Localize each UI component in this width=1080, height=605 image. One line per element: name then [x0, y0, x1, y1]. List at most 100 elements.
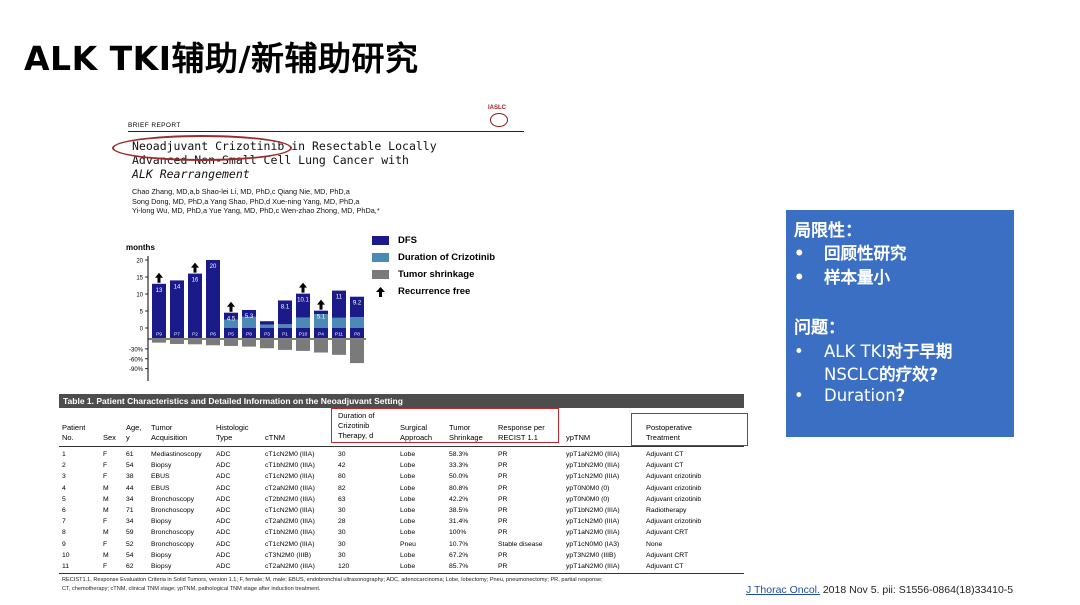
bar-value-label: 8.1	[281, 304, 290, 310]
table-cell: ADC	[216, 495, 231, 503]
legend-swatch	[372, 253, 389, 262]
duration-bar	[332, 317, 346, 328]
shrink-bar	[206, 340, 220, 346]
citation: J Thorac Oncol. 2018 Nov 5. pii: S1556-0…	[746, 584, 1013, 596]
bar-value-label: 14	[174, 284, 181, 290]
table-cell: Biopsy	[151, 551, 172, 559]
table-cell: F	[103, 473, 108, 481]
paper-title-line: ALK Rearrangement	[132, 167, 250, 181]
shrink-bar	[242, 340, 256, 347]
category-label: P2	[192, 332, 198, 338]
table-cell: ADC	[216, 540, 231, 548]
table-cell: Adjuvant crizotinib	[646, 484, 702, 492]
legend-label: Recurrence free	[398, 286, 471, 297]
table-cell: 59	[126, 529, 134, 537]
table-cell: Adjuvant CT	[646, 563, 684, 570]
duration-bar	[350, 317, 364, 328]
highlight-oval	[112, 135, 292, 161]
highlight-box	[631, 413, 748, 446]
table-cell: cT1cN2M0 (IIIA)	[265, 473, 315, 481]
up-arrow-icon	[227, 301, 235, 312]
shrink-bar	[224, 340, 238, 346]
category-label: P10	[299, 332, 308, 338]
legend-label: DFS	[398, 235, 417, 246]
bar-value-label: 13	[156, 288, 163, 294]
table-cell: Lobe	[400, 529, 416, 537]
footnote-line: RECIST1.1, Response Evaluation Criteria …	[62, 577, 603, 583]
table-cell: 63	[338, 495, 346, 503]
table-cell: Adjuvant crizotinib	[646, 518, 702, 526]
slide-title: ALK TKI辅助/新辅助研究	[24, 39, 419, 78]
table-cell: Biopsy	[151, 518, 172, 526]
table-cell: 61	[126, 451, 134, 458]
table-cell: cT1cN2M0 (IIIA)	[265, 507, 315, 514]
table-cell: ypT1aN2M0 (IIIA)	[566, 529, 620, 537]
highlight-box	[331, 408, 559, 443]
table-cell: PR	[498, 473, 508, 481]
table-cell: ADC	[216, 462, 231, 470]
table-cell: ADC	[216, 473, 231, 481]
y-tick-label: 15	[136, 276, 143, 282]
table-cell: EBUS	[151, 484, 170, 492]
table-cell: ypT0N0M0 (0)	[566, 495, 610, 503]
table-cell: 120	[338, 563, 350, 570]
table-cell: PR	[498, 563, 508, 570]
bar-value-label: 20	[210, 264, 217, 270]
table-cell: PR	[498, 462, 508, 470]
table-title: Table 1. Patient Characteristics and Det…	[59, 394, 744, 408]
table-header-cell: Acquisition	[151, 433, 188, 442]
footnote-line: CT, chemotherapy; cTNM, clinical TNM sta…	[62, 586, 321, 592]
table-cell: 31.4%	[449, 518, 469, 526]
table-cell: 42	[338, 462, 346, 470]
table-cell: 30	[338, 551, 346, 559]
table-cell: Stable disease	[498, 540, 543, 548]
table-cell: 7	[62, 518, 66, 526]
up-arrow-icon	[155, 272, 163, 283]
table-header-cell: Patient	[62, 423, 86, 432]
table-cell: cT1cN2M0 (IIIA)	[265, 540, 315, 548]
table-cell: cT2aN2M0 (IIIA)	[265, 484, 315, 492]
table-cell: Lobe	[400, 495, 416, 503]
table-cell: Adjuvant CRT	[646, 551, 689, 559]
category-label: P7	[174, 332, 180, 338]
table-header-cell: Histologic	[216, 423, 249, 432]
table-header-cell: cTNM	[265, 433, 285, 442]
shrink-bar	[314, 340, 328, 353]
table-cell: ADC	[216, 484, 231, 492]
table-cell: Adjuvant CT	[646, 462, 684, 470]
y-tick-label: 0	[140, 327, 144, 333]
table-cell: Lobe	[400, 451, 416, 458]
dfs-bar	[206, 260, 220, 328]
question-item-cont: NSCLC的疗效?	[824, 365, 939, 384]
table-cell: 58.3%	[449, 451, 469, 458]
category-label: P5	[228, 332, 234, 338]
legend-swatch	[372, 270, 389, 279]
shrink-bar	[152, 340, 166, 343]
table-cell: 30	[338, 529, 346, 537]
limitations-box: 局限性： • 回顾性研究 • 样本量小 问题： • ALK TKI对于早期 NSCLC…	[786, 210, 1014, 437]
table-cell: 30	[338, 507, 346, 514]
shrink-bar	[170, 340, 184, 344]
table-cell: 62	[126, 563, 134, 570]
author-line: Yi-long Wu, MD, PhD,a Yue Yang, MD, PhD,…	[132, 206, 380, 216]
table-cell: F	[103, 518, 108, 526]
shrink-bar	[188, 340, 202, 345]
question-item: • Duration?	[794, 386, 906, 405]
duration-bar	[278, 324, 292, 328]
table-header-cell: y	[126, 433, 130, 442]
table-cell: PR	[498, 518, 508, 526]
journal-link[interactable]: J Thorac Oncol.	[746, 584, 820, 596]
table-cell: ADC	[216, 563, 231, 570]
table-cell: 33.3%	[449, 462, 469, 470]
table-header-cell: Age,	[126, 423, 142, 432]
shrink-bar	[296, 340, 310, 351]
iaslc-logo-icon	[490, 113, 508, 127]
bar-value-label: 5.1	[317, 315, 326, 321]
questions-title: 问题：	[794, 318, 845, 338]
limitations-title: 局限性：	[794, 221, 862, 241]
category-label: P1	[282, 332, 288, 338]
table-cell: ADC	[216, 507, 231, 514]
author-line: Chao Zhang, MD,a,b Shao-lei Li, MD, PhD,…	[132, 187, 350, 196]
table-cell: 8	[62, 529, 66, 537]
duration-bar	[296, 317, 310, 328]
